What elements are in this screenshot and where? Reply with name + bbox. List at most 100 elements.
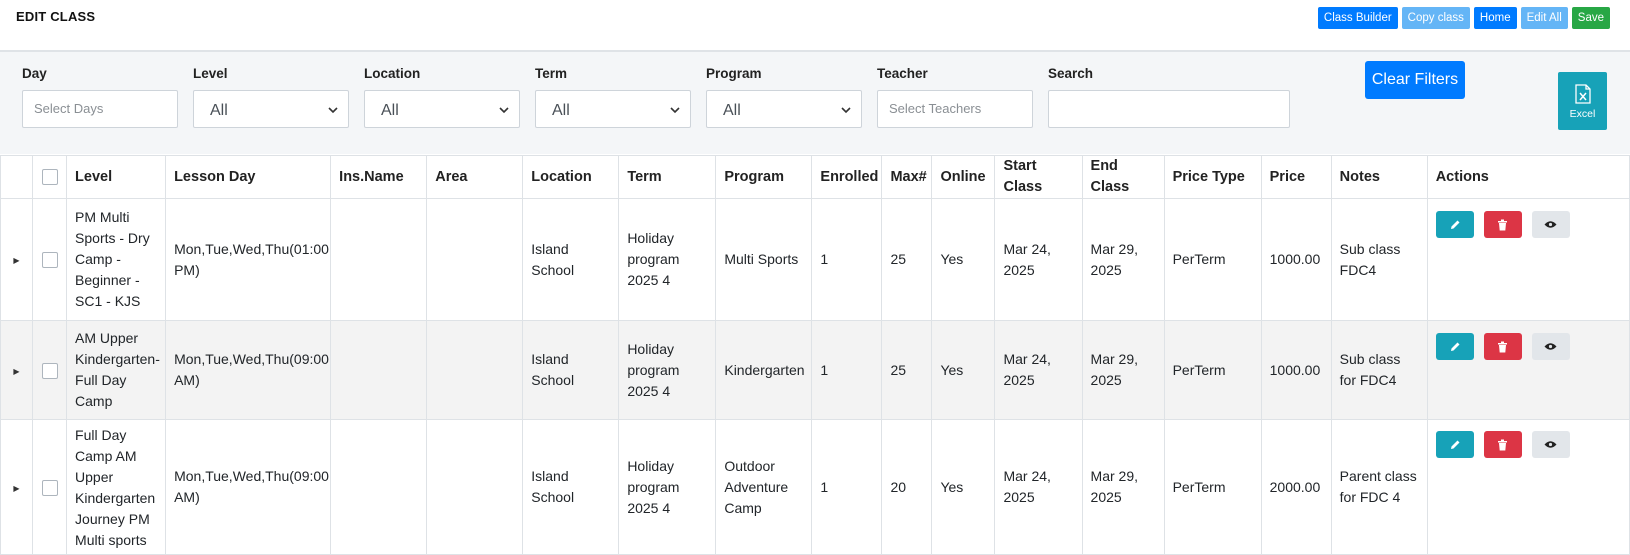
cell-location: Island School (522, 198, 620, 321)
column-header-max[interactable]: Max# (881, 155, 933, 199)
cell-lesson-day: Mon,Tue,Wed,Thu(01:00 PM) (165, 198, 332, 321)
search-input[interactable] (1048, 90, 1290, 128)
program-select[interactable]: All (706, 90, 862, 128)
column-header-price[interactable]: Price (1260, 155, 1332, 199)
location-filter: Location All (364, 66, 520, 128)
cell-actions (1426, 419, 1630, 555)
level-select[interactable]: All (193, 90, 349, 128)
trash-icon (1498, 341, 1508, 352)
column-header-lesson-day[interactable]: Lesson Day (165, 155, 332, 199)
page-header: EDIT CLASS Class Builder Copy class Home… (0, 0, 1630, 52)
table-row: ▶ PM Multi Sports - Dry Camp - Beginner … (0, 198, 1630, 321)
column-header-enrolled[interactable]: Enrolled (811, 155, 883, 199)
cell-ins-name (330, 320, 428, 420)
expand-cell[interactable]: ▶ (0, 419, 34, 555)
view-button[interactable] (1531, 431, 1570, 458)
row-checkbox[interactable] (41, 479, 58, 496)
term-filter: Term All (535, 66, 691, 128)
cell-term: Holiday program 2025 4 (618, 320, 717, 420)
column-header-level[interactable]: Level (66, 155, 167, 199)
cell-term: Holiday program 2025 4 (618, 419, 717, 555)
expand-arrow-icon[interactable]: ▶ (13, 484, 19, 493)
day-filter-label: Day (22, 66, 47, 81)
cell-program: Multi Sports (715, 198, 813, 321)
excel-export-button[interactable]: Excel (1558, 72, 1607, 130)
day-filter: Day Select Days (22, 66, 178, 128)
expand-arrow-icon[interactable]: ▶ (13, 256, 19, 265)
cell-notes: Sub class FDC4 (1330, 198, 1428, 321)
expand-column-header (0, 155, 34, 199)
class-builder-button[interactable]: Class Builder (1317, 7, 1398, 29)
cell-max: 25 (881, 198, 933, 321)
pencil-icon (1450, 440, 1460, 449)
row-checkbox[interactable] (41, 252, 58, 269)
cell-price-type: PerTerm (1163, 320, 1262, 420)
copy-class-button[interactable]: Copy class (1401, 7, 1470, 29)
cell-start-class: Mar 24, 2025 (994, 320, 1083, 420)
term-select[interactable]: All (535, 90, 691, 128)
teacher-filter: Teacher Select Teachers (877, 66, 1033, 128)
column-header-start-class[interactable]: Start Class (994, 155, 1083, 199)
cell-online: Yes (931, 419, 996, 555)
program-filter-label: Program (706, 66, 762, 81)
pencil-icon (1450, 342, 1460, 351)
expand-arrow-icon[interactable]: ▶ (13, 367, 19, 376)
chevron-down-icon (841, 107, 851, 114)
cell-max: 20 (881, 419, 933, 555)
day-multiselect[interactable]: Select Days (22, 90, 178, 128)
level-select-value: All (210, 102, 228, 119)
delete-button[interactable] (1483, 333, 1522, 360)
chevron-down-icon (670, 107, 680, 114)
row-select-cell (32, 320, 68, 420)
program-filter: Program All (706, 66, 862, 128)
eye-icon (1544, 343, 1557, 350)
level-filter-label: Level (193, 66, 228, 81)
column-header-term[interactable]: Term (618, 155, 717, 199)
delete-button[interactable] (1483, 211, 1522, 238)
location-select[interactable]: All (364, 90, 520, 128)
save-button[interactable]: Save (1571, 7, 1610, 29)
edit-button[interactable] (1435, 431, 1474, 458)
table-header-row: Level Lesson Day Ins.Name Area Location … (0, 155, 1630, 199)
row-checkbox[interactable] (41, 362, 58, 379)
search-filter-label: Search (1048, 66, 1094, 81)
view-button[interactable] (1531, 211, 1570, 238)
expand-cell[interactable]: ▶ (0, 320, 34, 420)
cell-area (426, 198, 524, 321)
edit-button[interactable] (1435, 211, 1474, 238)
cell-online: Yes (931, 320, 996, 420)
row-select-cell (32, 198, 68, 321)
select-all-checkbox[interactable] (41, 168, 58, 185)
column-header-location[interactable]: Location (522, 155, 620, 199)
column-header-online[interactable]: Online (931, 155, 996, 199)
delete-button[interactable] (1483, 431, 1522, 458)
cell-end-class: Mar 29, 2025 (1081, 198, 1165, 321)
column-header-notes[interactable]: Notes (1330, 155, 1428, 199)
column-header-program[interactable]: Program (715, 155, 813, 199)
cell-location: Island School (522, 320, 620, 420)
teacher-multiselect[interactable]: Select Teachers (877, 90, 1033, 128)
column-header-area[interactable]: Area (426, 155, 524, 199)
top-action-bar: Class Builder Copy class Home Edit All S… (1317, 7, 1610, 29)
level-filter: Level All (193, 66, 349, 128)
row-select-cell (32, 419, 68, 555)
home-button[interactable]: Home (1473, 7, 1517, 29)
cell-actions (1426, 198, 1630, 321)
column-header-end-class[interactable]: End Class (1081, 155, 1165, 199)
view-button[interactable] (1531, 333, 1570, 360)
column-header-ins-name[interactable]: Ins.Name (330, 155, 428, 199)
edit-button[interactable] (1435, 333, 1474, 360)
column-header-price-type[interactable]: Price Type (1163, 155, 1262, 199)
cell-price: 1000.00 (1260, 320, 1332, 420)
cell-max: 25 (881, 320, 933, 420)
edit-all-button[interactable]: Edit All (1520, 7, 1568, 29)
term-select-value: All (552, 102, 570, 119)
cell-actions (1426, 320, 1630, 420)
excel-label: Excel (1569, 108, 1596, 120)
select-all-cell (32, 155, 68, 199)
expand-cell[interactable]: ▶ (0, 198, 34, 321)
cell-notes: Parent class for FDC 4 (1330, 419, 1428, 555)
cell-enrolled: 1 (811, 419, 883, 555)
clear-filters-button[interactable]: Clear Filters (1365, 61, 1465, 99)
cell-area (426, 320, 524, 420)
